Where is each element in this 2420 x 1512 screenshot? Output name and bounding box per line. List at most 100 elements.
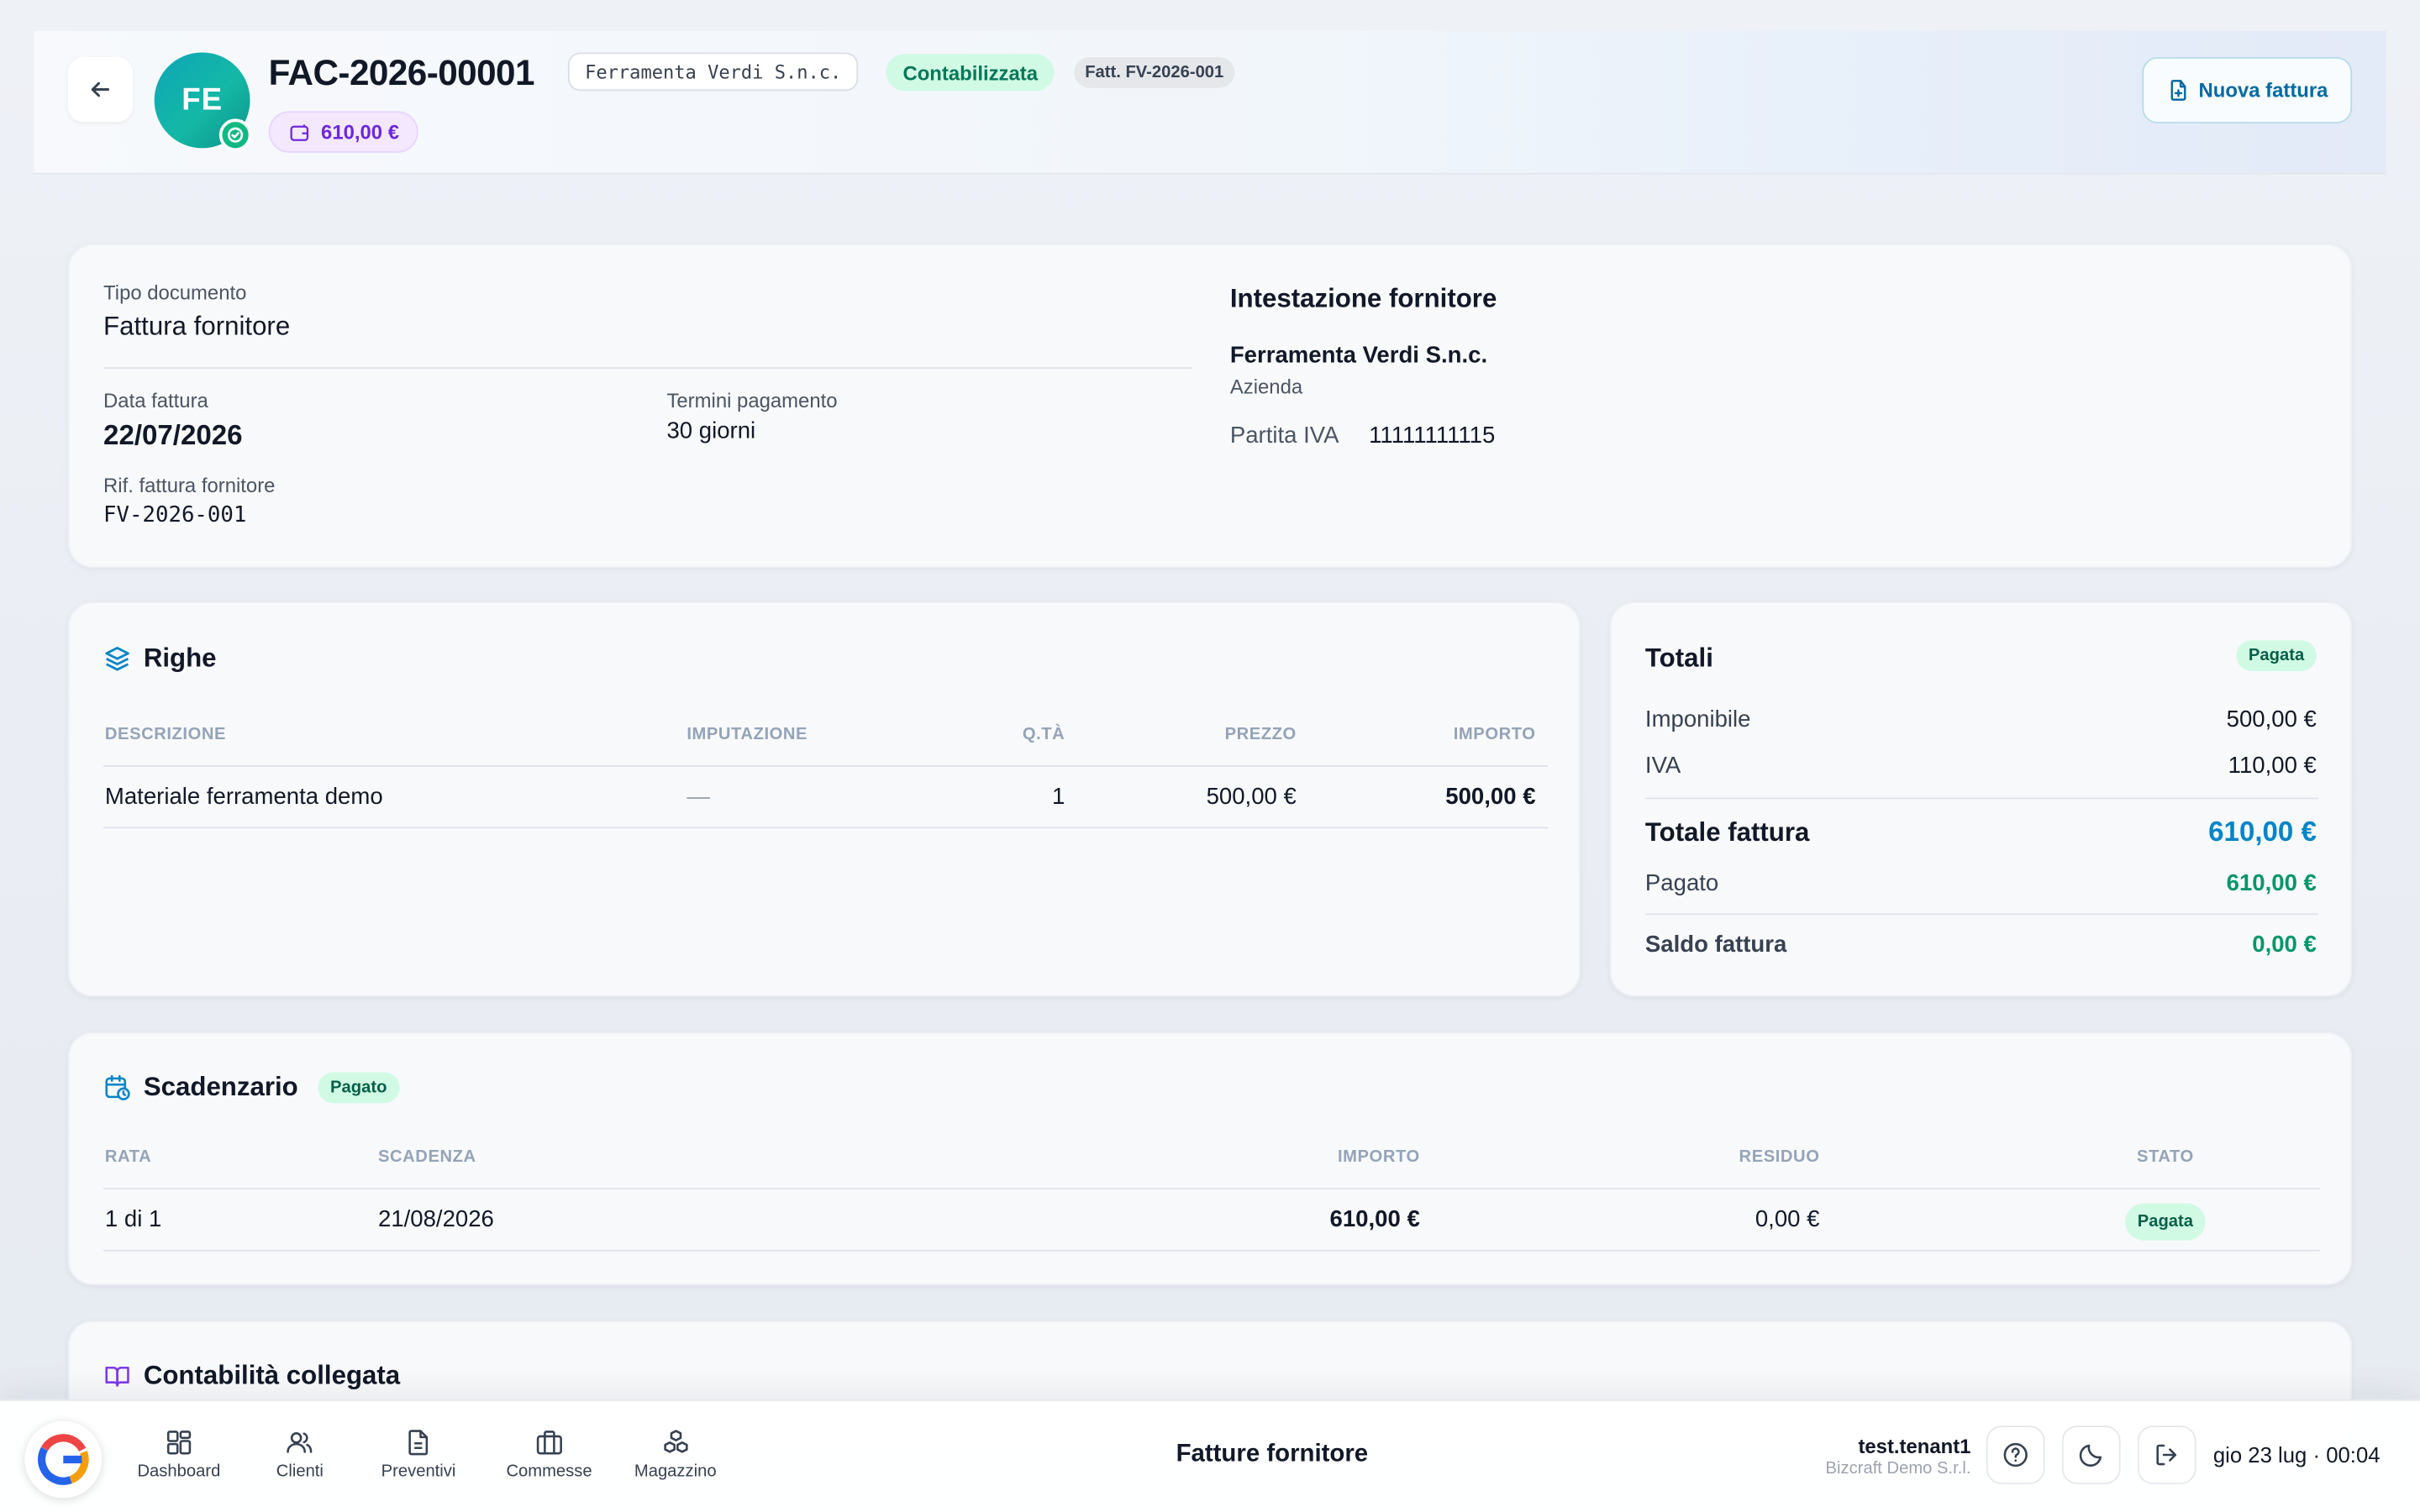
moon-icon xyxy=(2079,1444,2102,1467)
imponibile-value: 500,00 € xyxy=(2226,706,2317,733)
row-scadenza: 21/08/2026 xyxy=(377,1206,494,1233)
schedule-card: Scadenzario Pagato RATA SCADENZA IMPORTO… xyxy=(67,1032,2353,1285)
date-label: Data fattura xyxy=(103,388,208,412)
user-organization: Bizcraft Demo S.r.l. xyxy=(1825,1459,1971,1478)
row-qta: 1 xyxy=(1051,784,1065,811)
arrow-left-icon xyxy=(91,81,110,97)
nav-commesse[interactable]: Commesse xyxy=(506,1427,592,1481)
ref-label: Rif. fattura fornitore xyxy=(103,473,276,497)
saldo-label: Saldo fattura xyxy=(1644,932,1787,958)
divider xyxy=(103,367,1192,369)
ref-value: FV-2026-001 xyxy=(103,502,247,528)
totals-card: Totali Pagata Imponibile 500,00 € IVA 11… xyxy=(1609,601,2353,997)
col-header-rata: RATA xyxy=(104,1147,152,1167)
nav-clienti[interactable]: Clienti xyxy=(276,1427,324,1481)
app-logo-icon xyxy=(37,1434,89,1485)
col-header-importo: IMPORTO xyxy=(1453,725,1536,744)
file-plus-icon xyxy=(2170,80,2186,101)
reference-chip: Fatt. FV-2026-001 xyxy=(1074,56,1235,88)
page-title: FAC-2026-00001 xyxy=(268,52,535,93)
lines-title: Righe xyxy=(143,643,217,673)
pagato-label: Pagato xyxy=(1644,869,1719,897)
lines-card: Righe DESCRIZIONE IMPUTAZIONE Q.TÀ PREZZ… xyxy=(67,601,1581,997)
new-invoice-label: Nuova fattura xyxy=(2198,78,2328,102)
nav-magazzino[interactable]: Magazzino xyxy=(634,1427,717,1481)
doc-type-label: Tipo documento xyxy=(103,281,247,304)
terms-value: 30 giorni xyxy=(666,417,756,444)
wallet-icon xyxy=(290,123,309,141)
col-header-residuo: RESIDUO xyxy=(1739,1147,1820,1167)
check-circle-icon xyxy=(218,118,252,151)
current-page-title: Fatture fornitore xyxy=(1176,1441,1369,1467)
nav-dashboard[interactable]: Dashboard xyxy=(137,1427,220,1481)
help-button[interactable] xyxy=(1986,1425,2045,1484)
row-rata: 1 di 1 xyxy=(104,1206,162,1233)
imponibile-label: Imponibile xyxy=(1644,706,1751,733)
schedule-title: Scadenzario xyxy=(143,1072,298,1102)
document-icon xyxy=(408,1430,429,1456)
book-open-icon xyxy=(105,1366,129,1387)
users-icon xyxy=(287,1432,313,1453)
saldo-value: 0,00 € xyxy=(2252,932,2317,958)
col-header-prezzo: PREZZO xyxy=(1224,725,1297,744)
row-stato-badge: Pagata xyxy=(2125,1203,2206,1241)
user-name: test.tenant1 xyxy=(1858,1435,1971,1458)
page-header: FE FAC-2026-00001 Ferramenta Verdi S.n.c… xyxy=(34,30,2386,175)
app-logo[interactable] xyxy=(24,1420,103,1499)
logout-button[interactable] xyxy=(2137,1425,2196,1484)
nav-magazzino-label: Magazzino xyxy=(634,1462,717,1482)
dark-mode-button[interactable] xyxy=(2061,1425,2121,1484)
col-header-imputazione: IMPUTAZIONE xyxy=(687,725,808,744)
document-info-card: Tipo documento Fattura fornitore Data fa… xyxy=(67,244,2353,568)
row-importo: 500,00 € xyxy=(1445,784,1536,811)
date-time: gio 23 lug · 00:04 xyxy=(2212,1442,2381,1467)
layers-icon xyxy=(105,647,129,671)
calendar-clock-icon xyxy=(105,1074,130,1100)
supplier-name: Ferramenta Verdi S.n.c. xyxy=(1229,342,1488,369)
pagato-value: 610,00 € xyxy=(2226,869,2317,897)
status-badge: Contabilizzata xyxy=(886,54,1055,92)
nav-preventivi[interactable]: Preventivi xyxy=(381,1427,456,1482)
divider xyxy=(1644,797,2318,800)
schedule-paid-badge: Pagato xyxy=(318,1072,400,1104)
nav-commesse-label: Commesse xyxy=(506,1462,592,1482)
accounting-title: Contabilità collegata xyxy=(143,1360,401,1390)
terms-label: Termini pagamento xyxy=(666,388,838,412)
paid-badge: Pagata xyxy=(2236,640,2317,671)
col-header-scadenza: SCADENZA xyxy=(377,1147,476,1167)
supplier-section-title: Intestazione fornitore xyxy=(1229,283,1497,313)
doc-type-value: Fattura fornitore xyxy=(103,312,291,341)
iva-label: IVA xyxy=(1644,753,1681,780)
amount-chip: 610,00 € xyxy=(268,111,418,153)
row-imputazione: — xyxy=(687,784,710,811)
totals-title: Totali xyxy=(1644,643,1713,673)
nav-dashboard-label: Dashboard xyxy=(137,1462,221,1482)
divider xyxy=(103,1249,2320,1252)
divider xyxy=(103,827,1549,829)
divider xyxy=(103,765,1549,767)
date-value: 22/07/2026 xyxy=(103,419,243,451)
briefcase-icon xyxy=(536,1431,562,1455)
supplier-chip: Ferramenta Verdi S.n.c. xyxy=(567,52,859,92)
col-header-descrizione: DESCRIZIONE xyxy=(104,725,227,744)
new-invoice-button[interactable]: Nuova fattura xyxy=(2142,56,2353,123)
col-header-importo: IMPORTO xyxy=(1337,1147,1420,1167)
row-stato-wrap: Pagata xyxy=(2075,1203,2254,1241)
row-residuo: 0,00 € xyxy=(1754,1206,1820,1233)
divider xyxy=(1644,913,2318,916)
row-prezzo: 500,00 € xyxy=(1206,784,1297,811)
help-circle-icon xyxy=(2003,1442,2028,1467)
dashboard-icon xyxy=(166,1431,192,1455)
nav-preventivi-label: Preventivi xyxy=(381,1462,456,1482)
bottom-navigation-bar: Dashboard Clienti Preventivi Commesse Ma… xyxy=(0,1399,2420,1512)
vat-value: 11111111115 xyxy=(1369,423,1496,449)
totals-badge-wrap: Pagata xyxy=(2236,640,2317,671)
col-header-stato: STATO xyxy=(2136,1147,2194,1167)
totale-value: 610,00 € xyxy=(2208,816,2317,848)
row-descrizione: Materiale ferramenta demo xyxy=(104,784,383,811)
amount-chip-label: 610,00 € xyxy=(321,120,399,144)
row-importo: 610,00 € xyxy=(1329,1206,1420,1233)
iva-value: 110,00 € xyxy=(2228,753,2317,780)
boxes-icon xyxy=(663,1430,687,1453)
back-button[interactable] xyxy=(67,56,133,123)
